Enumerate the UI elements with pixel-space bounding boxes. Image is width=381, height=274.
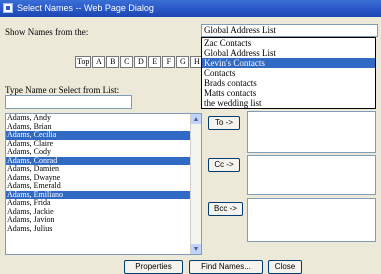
- address-book-option[interactable]: Zac Contacts: [202, 38, 375, 48]
- bcc-recipients-box[interactable]: [247, 198, 376, 242]
- type-name-label: Type Name or Select from List:: [5, 85, 120, 95]
- name-list-scrollbar[interactable]: ▲ ▼: [190, 114, 201, 254]
- alpha-button-b[interactable]: B: [106, 56, 120, 68]
- alpha-button-top[interactable]: Top: [75, 56, 92, 68]
- alpha-button-d[interactable]: D: [134, 56, 148, 68]
- properties-button[interactable]: Properties: [124, 260, 183, 274]
- address-book-option[interactable]: Global Address List: [202, 48, 375, 58]
- name-search-input[interactable]: [5, 95, 132, 109]
- alpha-button-e[interactable]: E: [148, 56, 162, 68]
- cc-recipients-box[interactable]: [247, 155, 376, 195]
- alpha-button-c[interactable]: C: [120, 56, 134, 68]
- address-book-option[interactable]: Kevin's Contacts: [202, 58, 375, 68]
- cc-button[interactable]: Cc ->: [208, 158, 240, 172]
- alpha-button-g[interactable]: G: [176, 56, 190, 68]
- address-book-select[interactable]: Global Address List: [201, 24, 378, 37]
- alpha-button-a[interactable]: A: [92, 56, 106, 68]
- address-book-option[interactable]: the wedding list: [202, 98, 375, 108]
- window-icon: [3, 3, 13, 13]
- to-button[interactable]: To ->: [208, 116, 240, 130]
- address-book-option[interactable]: Contacts: [202, 68, 375, 78]
- list-item[interactable]: Adams, Julius: [6, 224, 192, 234]
- to-recipients-box[interactable]: [247, 111, 376, 153]
- address-book-option[interactable]: Matts contacts: [202, 88, 375, 98]
- alpha-button-f[interactable]: F: [162, 56, 176, 68]
- address-book-dropdown[interactable]: Zac Contacts Global Address List Kevin's C…: [201, 37, 376, 109]
- address-book-option[interactable]: Brads contacts: [202, 78, 375, 88]
- scroll-up-icon[interactable]: ▲: [191, 114, 201, 124]
- title-bar: Select Names -- Web Page Dialog: [0, 0, 381, 17]
- window-title: Select Names -- Web Page Dialog: [17, 3, 154, 13]
- name-list[interactable]: Adams, Andy Adams, Brian Adams, Cecilia Ada…: [5, 113, 202, 255]
- bcc-button[interactable]: Bcc ->: [208, 202, 243, 216]
- show-names-label: Show Names from the:: [5, 27, 89, 37]
- find-names-button[interactable]: Find Names...: [189, 260, 263, 274]
- scroll-down-icon[interactable]: ▼: [191, 244, 201, 254]
- close-button[interactable]: Close: [268, 260, 302, 274]
